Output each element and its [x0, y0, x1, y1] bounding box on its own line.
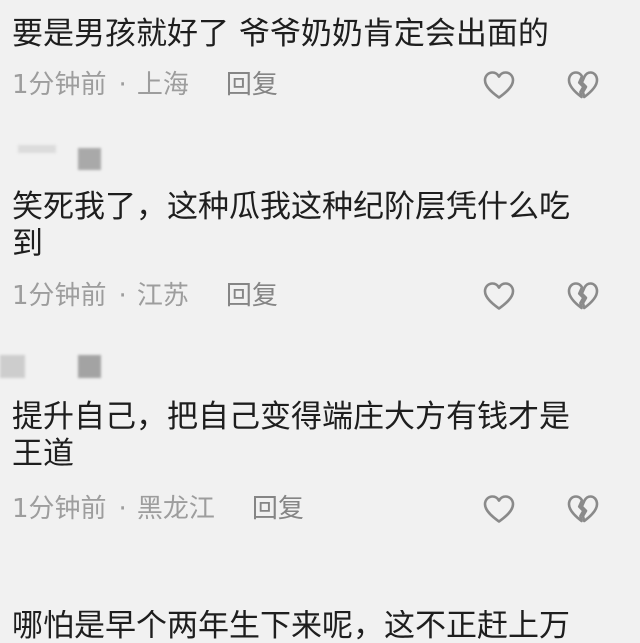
comment-meta-info: 1分钟前 · 江苏 回复 [12, 280, 278, 312]
comment-list: 要是男孩就好了 爷爷奶奶肯定会出面的 1分钟前 · 上海 回复 笑死我了，这种瓜… [0, 0, 640, 643]
reply-button[interactable]: 回复 [226, 280, 278, 312]
heart-outline-icon[interactable] [482, 494, 516, 524]
comment-location: 黑龙江 [136, 494, 215, 524]
comment-text: 哪怕是早个两年生下来呢，这不正赶上万 [12, 610, 570, 643]
redacted-avatar[interactable] [18, 145, 56, 153]
comment-time: 1分钟前 [12, 70, 107, 100]
comment-location: 上海 [136, 70, 189, 100]
broken-heart-icon[interactable] [566, 281, 600, 311]
comment-location: 江苏 [136, 281, 189, 311]
heart-outline-icon[interactable] [482, 70, 516, 100]
comment-text: 要是男孩就好了 爷爷奶奶肯定会出面的 [12, 16, 549, 52]
heart-outline-icon[interactable] [482, 281, 516, 311]
comment-meta-info: 1分钟前 · 上海 回复 [12, 69, 278, 101]
broken-heart-icon[interactable] [566, 494, 600, 524]
broken-heart-icon[interactable] [566, 70, 600, 100]
comment-text: 笑死我了，这种瓜我这种纪阶层凭什么吃到 [12, 189, 570, 262]
redacted-username[interactable] [78, 148, 101, 170]
comment-meta-row: 1分钟前 · 黑龙江 回复 [0, 493, 640, 525]
reply-button[interactable]: 回复 [252, 493, 304, 525]
meta-separator: · [118, 281, 127, 311]
meta-separator: · [118, 70, 127, 100]
redacted-avatar[interactable] [0, 355, 25, 378]
reply-button[interactable]: 回复 [226, 69, 278, 101]
redacted-username[interactable] [78, 355, 101, 378]
comment-time: 1分钟前 [12, 494, 107, 524]
meta-separator: · [118, 494, 127, 524]
comment-time: 1分钟前 [12, 281, 107, 311]
comment-meta-info: 1分钟前 · 黑龙江 回复 [12, 493, 304, 525]
comment-text: 提升自己，把自己变得端庄大方有钱才是王道 [12, 399, 570, 472]
comment-meta-row: 1分钟前 · 上海 回复 [0, 69, 640, 101]
comment-meta-row: 1分钟前 · 江苏 回复 [0, 280, 640, 312]
